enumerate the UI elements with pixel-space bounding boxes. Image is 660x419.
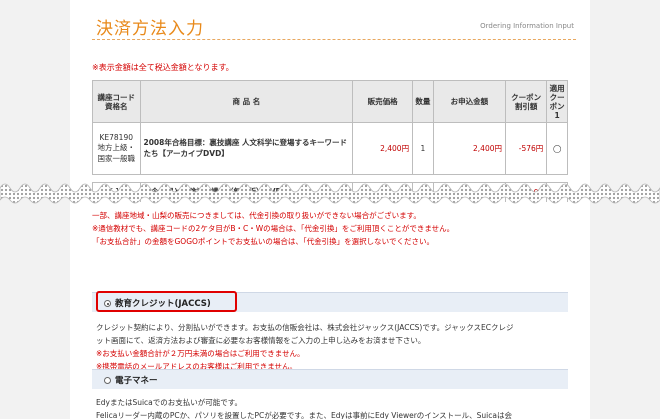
table-row: KE78190 地方上級・ 国家一般職 2008年合格目標：裏技講座 人文科学に… — [92, 122, 568, 175]
tax-note: ※表示金額は全て税込金額となります。 — [92, 63, 234, 72]
row1-apply-radio[interactable]: ◯ — [546, 122, 568, 175]
payment-emoney-label: 電子マネー — [115, 376, 158, 386]
warning-line-2: ※通信教材でも、講座コードの2ケタ目がB・C・Wの場合は、「代金引換」をご利用頂… — [92, 224, 455, 233]
credit-note-1: ※お支払い金額合計が２万円未満の場合はご利用できません。 — [96, 349, 305, 358]
page-title: 決済方法入力 — [96, 19, 204, 39]
credit-description-1: クレジット契約により、分割払いができます。お支払の信販会社は、株式会社ジャックス… — [96, 323, 514, 332]
row1-qty: 1 — [412, 122, 434, 175]
table-header-row: 講座コード資格名 商 品 名 販売価格 数量 お申込金額 クーポン割引額 適用ク… — [92, 80, 568, 123]
header-code: 講座コード資格名 — [92, 80, 141, 123]
emoney-description-2: Felicaリーダー内蔵のPCか、パソリを設置したPCが必要です。また、Edyは… — [96, 411, 512, 419]
selection-highlight-box — [96, 291, 237, 312]
row1-price: 2,400円 — [352, 122, 414, 175]
header-qty: 数量 — [412, 80, 434, 123]
title-divider — [92, 39, 576, 40]
row1-coupon: -576円 — [505, 122, 548, 175]
warning-line-1: 一部、講座地域・山梨の販売につきましては、代金引換の取り扱いができない場合がござ… — [92, 211, 421, 220]
row1-total: 2,400円 — [432, 122, 507, 175]
row1-code-number: KE78190 — [99, 133, 133, 143]
emoney-description-1: EdyまたはSuicaでのお支払いが可能です。 — [96, 398, 243, 407]
header-price: 販売価格 — [352, 80, 414, 123]
radio-unselected-icon[interactable] — [104, 377, 111, 384]
header-name: 商 品 名 — [139, 80, 354, 123]
cart-table: 講座コード資格名 商 品 名 販売価格 数量 お申込金額 クーポン割引額 適用ク… — [92, 80, 568, 175]
row1-code: KE78190 地方上級・ 国家一般職 — [92, 122, 141, 175]
page-subtitle: Ordering Information Input — [480, 22, 574, 30]
row1-code-line2: 地方上級・ — [97, 143, 136, 153]
page-background: 決済方法入力 Ordering Information Input ※表示金額は… — [0, 0, 660, 419]
row1-code-line3: 国家一般職 — [97, 153, 136, 163]
payment-option-emoney[interactable]: 電子マネー — [104, 374, 158, 386]
header-total: お申込金額 — [432, 80, 507, 123]
torn-edge-divider — [0, 183, 660, 204]
header-coupon: クーポン割引額 — [505, 80, 548, 123]
row1-name: 2008年合格目標：裏技講座 人文科学に登場するキーワードたち【アーカイブDVD… — [139, 122, 354, 175]
payment-emoney-section — [92, 369, 568, 389]
credit-description-2: ット画面にて、返済方法および審査に必要なお客様情報をご入力の上申し込みをお済ませ… — [96, 336, 426, 345]
header-apply: 適用クーポン1 — [546, 80, 568, 123]
warning-line-3: 「お支払合計」の金額をGOGOポイントでお支払いの場合は、「代金引換」を選択しな… — [92, 237, 434, 246]
